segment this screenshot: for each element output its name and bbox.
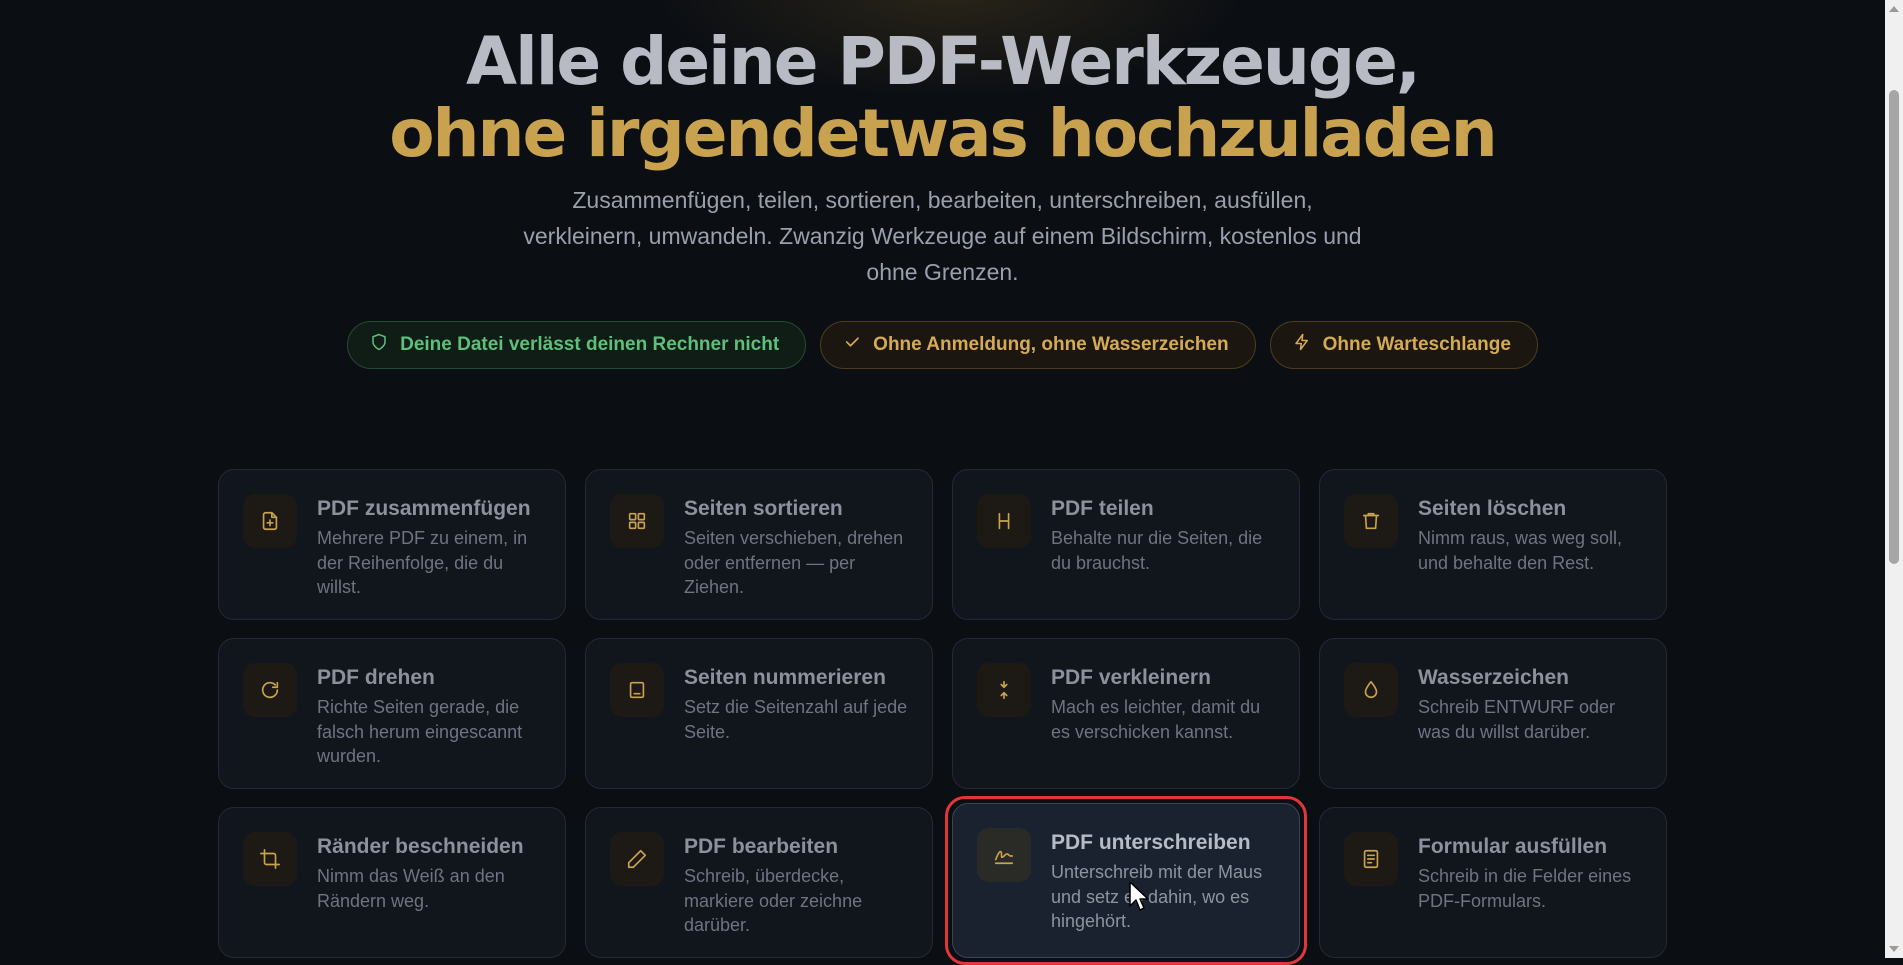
tool-description: Schreib, überdecke, markiere oder zeichn…: [684, 866, 863, 935]
compress-icon: [977, 663, 1031, 717]
grid-icon: [610, 494, 664, 548]
scroll-up-arrow-icon[interactable]: [1889, 6, 1899, 12]
shield-icon: [370, 333, 388, 357]
scrollbar-thumb[interactable]: [1889, 90, 1899, 564]
tool-card-merge[interactable]: PDF zusammenfügen Mehrere PDF zu einem, …: [218, 469, 566, 620]
tool-description: Mehrere PDF zu einem, in der Reihenfolge…: [317, 528, 528, 597]
tool-title: PDF drehen: [317, 666, 435, 689]
tool-description: Nimm raus, was weg soll, und behalte den…: [1418, 528, 1623, 573]
tool-description: Mach es leichter, damit du es verschicke…: [1051, 697, 1261, 742]
tool-description: Behalte nur die Seiten, die du brauchst.: [1051, 528, 1263, 573]
tool-description: Unterschreib mit der Maus und setz es da…: [1051, 862, 1263, 931]
badge-no-queue: Ohne Warteschlange: [1269, 321, 1538, 369]
tools-grid: PDF zusammenfügen Mehrere PDF zu einem, …: [218, 469, 1667, 965]
tool-card-split[interactable]: PDF teilen Behalte nur die Seiten, die d…: [952, 469, 1300, 620]
tool-title: Formular ausfüllen: [1418, 835, 1608, 858]
tool-card-delete-pages[interactable]: Seiten löschen Nimm raus, was weg soll, …: [1319, 469, 1667, 620]
tool-description: Richte Seiten gerade, die falsch herum e…: [317, 697, 523, 766]
pencil-icon: [610, 832, 664, 886]
tool-title: Seiten löschen: [1418, 497, 1567, 520]
tool-description: Seiten verschieben, drehen oder entferne…: [684, 528, 904, 597]
tool-title: PDF zusammenfügen: [317, 497, 531, 520]
tool-description: Nimm das Weiß an den Rändern weg.: [317, 866, 505, 911]
file-plus-icon: [243, 494, 297, 548]
tool-card-watermark[interactable]: Wasserzeichen Schreib ENTWURF oder was d…: [1319, 638, 1667, 789]
check-icon: [843, 333, 861, 357]
badge-no-signup: Ohne Anmeldung, ohne Wasserzeichen: [820, 321, 1256, 369]
tool-title: Ränder beschneiden: [317, 835, 524, 858]
tool-title: PDF verkleinern: [1051, 666, 1211, 689]
title-line-2: ohne irgendetwas hochzuladen: [389, 95, 1498, 172]
tool-card-page-numbers[interactable]: Seiten nummerieren Setz die Seitenzahl a…: [585, 638, 933, 789]
tool-description: Schreib ENTWURF oder was du willst darüb…: [1418, 697, 1616, 742]
rotate-icon: [243, 663, 297, 717]
tool-description: Setz die Seitenzahl auf jede Seite.: [684, 697, 908, 742]
subtitle: Zusammenfügen, teilen, sortieren, bearbe…: [523, 187, 1362, 285]
tool-title: Seiten sortieren: [684, 497, 843, 520]
page-number-icon: [610, 663, 664, 717]
title-line-1: Alle deine PDF-Werkzeuge,: [466, 23, 1421, 100]
tool-title: Wasserzeichen: [1418, 666, 1569, 689]
trash-icon: [1344, 494, 1398, 548]
tool-card-compress[interactable]: PDF verkleinern Mach es leichter, damit …: [952, 638, 1300, 789]
tool-card-fill-form[interactable]: Formular ausfüllen Schreib in die Felder…: [1319, 807, 1667, 958]
lightning-icon: [1293, 333, 1311, 357]
feature-badges: Deine Datei verlässt deinen Rechner nich…: [0, 321, 1885, 369]
tool-card-sign[interactable]: PDF unterschreiben Unterschreib mit der …: [945, 796, 1307, 965]
crop-icon: [243, 832, 297, 886]
split-icon: [977, 494, 1031, 548]
vertical-scrollbar[interactable]: [1885, 0, 1903, 958]
badge-label: Ohne Anmeldung, ohne Wasserzeichen: [873, 334, 1229, 355]
form-icon: [1344, 832, 1398, 886]
badge-label: Deine Datei verlässt deinen Rechner nich…: [400, 334, 780, 355]
tool-title: Seiten nummerieren: [684, 666, 886, 689]
signature-icon: [977, 828, 1031, 882]
tool-card-edit[interactable]: PDF bearbeiten Schreib, überdecke, marki…: [585, 807, 933, 958]
scroll-down-arrow-icon[interactable]: [1889, 946, 1899, 952]
tool-card-rotate[interactable]: PDF drehen Richte Seiten gerade, die fal…: [218, 638, 566, 789]
tool-title: PDF unterschreiben: [1051, 831, 1251, 854]
tool-card-sort[interactable]: Seiten sortieren Seiten verschieben, dre…: [585, 469, 933, 620]
droplet-icon: [1344, 663, 1398, 717]
tool-card-crop[interactable]: Ränder beschneiden Nimm das Weiß an den …: [218, 807, 566, 958]
tool-title: PDF bearbeiten: [684, 835, 839, 858]
badge-label: Ohne Warteschlange: [1322, 334, 1511, 355]
tool-description: Schreib in die Felder eines PDF-Formular…: [1418, 866, 1632, 911]
badge-privacy: Deine Datei verlässt deinen Rechner nich…: [347, 321, 807, 369]
tool-title: PDF teilen: [1051, 497, 1154, 520]
